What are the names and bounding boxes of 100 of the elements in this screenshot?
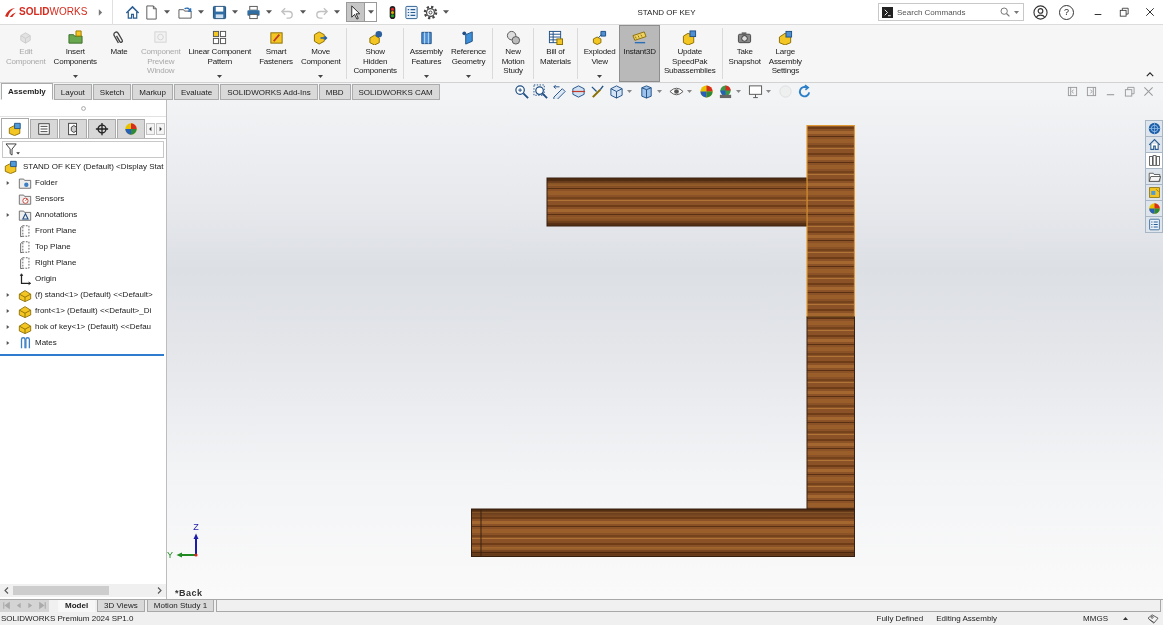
motion-study-button[interactable]: New Motion Study bbox=[495, 25, 532, 82]
caret-icon[interactable] bbox=[443, 10, 449, 14]
speedpak-button[interactable]: Update SpeedPak Subassemblies bbox=[659, 25, 720, 82]
bottom-tab[interactable]: Motion Study 1 bbox=[146, 600, 215, 612]
expand-arrow-icon[interactable] bbox=[6, 308, 10, 314]
bottom-tab[interactable]: 3D Views bbox=[97, 600, 145, 612]
house-icon bbox=[1147, 138, 1161, 151]
zoom-fit-icon[interactable] bbox=[513, 84, 529, 99]
ribbon-tab[interactable]: Assembly bbox=[1, 83, 53, 100]
search-icon[interactable] bbox=[1000, 7, 1010, 17]
caret-icon[interactable] bbox=[597, 75, 603, 78]
annotation-view-icon[interactable] bbox=[589, 84, 605, 99]
unit-system[interactable]: MMGS bbox=[1083, 614, 1108, 623]
tree-item[interactable]: (f) stand<1> (Default) <<Default> bbox=[35, 290, 153, 300]
ribbon-tab[interactable]: SOLIDWORKS CAM bbox=[351, 84, 440, 100]
ribbon-tab[interactable]: SOLIDWORKS Add-Ins bbox=[220, 84, 318, 100]
large-assembly-button[interactable]: Large Assembly Settings bbox=[764, 25, 806, 82]
tree-item[interactable]: Origin bbox=[35, 274, 57, 284]
caret-icon[interactable] bbox=[232, 10, 238, 14]
appearance-sphere-icon[interactable] bbox=[698, 84, 714, 99]
section-view-icon[interactable] bbox=[570, 84, 586, 99]
tag-icon[interactable] bbox=[1147, 613, 1159, 624]
zoom-area-icon[interactable] bbox=[532, 84, 548, 99]
tree-item[interactable]: STAND OF KEY (Default) <Display Stat bbox=[23, 162, 164, 172]
mate-button[interactable]: Mate bbox=[100, 25, 137, 82]
reference-geometry-button[interactable]: Reference Geometry bbox=[446, 25, 491, 82]
search-field[interactable]: Search Commands bbox=[897, 6, 996, 18]
instant3d-button[interactable]: Instant3D bbox=[619, 25, 660, 82]
select-button[interactable] bbox=[346, 2, 365, 22]
collapse-caret-icon[interactable] bbox=[1146, 72, 1154, 77]
previous-view-icon[interactable] bbox=[551, 84, 567, 99]
plane-point-icon bbox=[461, 30, 476, 45]
exploded-view-button[interactable]: Exploded View bbox=[579, 25, 620, 82]
table-icon bbox=[547, 30, 563, 45]
expand-arrow-icon[interactable] bbox=[6, 340, 10, 346]
panel-tab[interactable] bbox=[88, 119, 116, 138]
scene-icon[interactable] bbox=[717, 84, 733, 99]
caret-icon[interactable] bbox=[72, 75, 78, 78]
caret-icon[interactable] bbox=[164, 10, 170, 14]
caret-icon[interactable] bbox=[1014, 10, 1019, 14]
panel-tab[interactable] bbox=[117, 119, 145, 138]
rotate-arrow-icon[interactable] bbox=[796, 84, 812, 99]
expand-arrow-icon[interactable] bbox=[6, 180, 10, 186]
linear-pattern-button[interactable]: Linear Component Pattern bbox=[184, 25, 256, 82]
expand-arrow-icon[interactable] bbox=[6, 212, 10, 218]
bom-button[interactable]: Bill of Materials bbox=[536, 25, 575, 82]
monitor-icon[interactable] bbox=[747, 84, 763, 99]
grip-icon[interactable] bbox=[80, 105, 86, 111]
tree-item[interactable]: front<1> (Default) <<Default>_Di bbox=[35, 306, 152, 316]
ribbon-tab[interactable]: MBD bbox=[318, 84, 351, 100]
search-box[interactable]: Search Commands bbox=[878, 3, 1024, 21]
ribbon-tab[interactable]: Evaluate bbox=[174, 84, 220, 100]
tree-item[interactable]: Right Plane bbox=[35, 258, 77, 268]
smart-fasteners-button[interactable]: Smart Fasteners bbox=[255, 25, 297, 82]
origin-icon bbox=[18, 272, 32, 286]
snapshot-button[interactable]: Take Snapshot bbox=[724, 25, 765, 82]
definition-status: Fully Defined bbox=[876, 614, 924, 623]
caret-icon[interactable] bbox=[367, 10, 374, 14]
ribbon-tab[interactable]: Markup bbox=[132, 84, 173, 100]
expand-arrow-icon[interactable] bbox=[6, 324, 10, 330]
caret-icon[interactable] bbox=[466, 75, 471, 78]
list-icon bbox=[1147, 218, 1161, 231]
tree-item[interactable]: Top Plane bbox=[35, 242, 71, 252]
tree-item[interactable]: Annotations bbox=[35, 210, 78, 220]
expand-arrow-icon[interactable] bbox=[6, 292, 10, 298]
filter-field[interactable] bbox=[2, 141, 164, 158]
tree-item[interactable]: hok of key<1> (Default) <<Defau bbox=[35, 322, 152, 332]
tree-item[interactable]: Folder bbox=[35, 178, 58, 188]
panel-tab[interactable] bbox=[59, 119, 87, 138]
close-icon[interactable] bbox=[1145, 7, 1155, 17]
panel-tab[interactable] bbox=[1, 118, 29, 138]
bottom-tab[interactable]: Model bbox=[58, 600, 96, 612]
folder-block-icon bbox=[67, 30, 83, 45]
insert-components-button[interactable]: Insert Components bbox=[49, 25, 101, 82]
caret-icon[interactable] bbox=[198, 10, 204, 14]
view-cube-icon[interactable] bbox=[608, 84, 624, 99]
tree-item[interactable]: Sensors bbox=[35, 194, 65, 204]
terminal-icon bbox=[882, 6, 893, 18]
display-style-icon[interactable] bbox=[638, 84, 654, 99]
panel-tab[interactable] bbox=[30, 119, 58, 138]
assembly-features-button[interactable]: Assembly Features bbox=[405, 25, 447, 82]
caret-icon[interactable] bbox=[318, 75, 324, 78]
task-pane-tab[interactable] bbox=[1145, 216, 1163, 233]
ribbon-tab[interactable]: Layout bbox=[53, 84, 92, 100]
caret-icon[interactable] bbox=[266, 10, 272, 14]
tree-item[interactable]: Front Plane bbox=[35, 226, 77, 236]
user-icon[interactable] bbox=[1033, 4, 1048, 20]
tree-item[interactable]: Mates bbox=[35, 338, 57, 348]
menu-arrow-icon[interactable] bbox=[98, 7, 103, 17]
camera-icon bbox=[737, 30, 753, 45]
caret-icon[interactable] bbox=[423, 75, 429, 78]
horizontal-scrollbar[interactable] bbox=[0, 584, 166, 597]
ribbon-tab[interactable]: Sketch bbox=[92, 84, 132, 100]
move-component-button[interactable]: Move Component bbox=[296, 25, 345, 82]
caret-up-icon[interactable] bbox=[1123, 617, 1128, 620]
show-hidden-button[interactable]: Show Hidden Components bbox=[349, 25, 401, 82]
caret-icon[interactable] bbox=[217, 75, 223, 78]
restore-icon[interactable] bbox=[1119, 7, 1129, 17]
assembly-icon bbox=[4, 160, 18, 174]
window-title: STAND OF KEY bbox=[637, 7, 696, 17]
